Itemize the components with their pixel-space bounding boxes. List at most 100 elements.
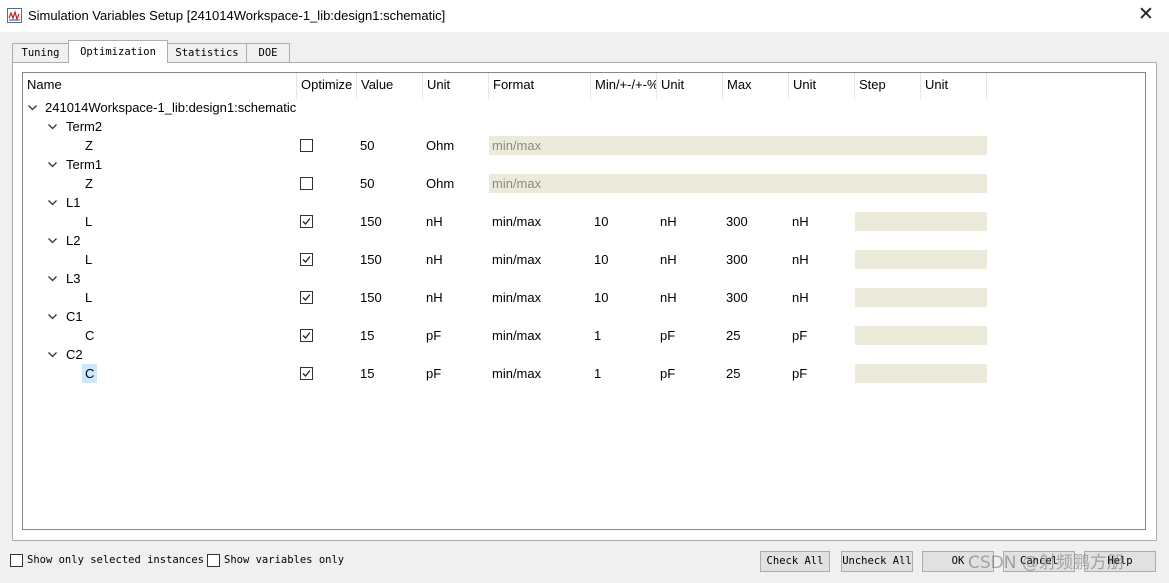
optimize-checkbox[interactable] — [300, 215, 313, 228]
column-header-optimize[interactable]: Optimize — [297, 73, 357, 99]
uncheck-all-button[interactable]: Uncheck All — [841, 551, 913, 572]
min-unit-cell[interactable]: pF — [660, 364, 675, 383]
variable-row[interactable]: L 150 nH min/max 10 nH 300 nH — [23, 250, 1145, 269]
optimize-checkbox[interactable] — [300, 139, 313, 152]
max-cell[interactable]: 25 — [726, 326, 740, 345]
column-header-min-unit[interactable]: Unit — [657, 73, 723, 99]
tree-group-row[interactable]: L3 — [23, 269, 1145, 288]
variable-name[interactable]: Z — [85, 136, 93, 155]
column-header-unit[interactable]: Unit — [423, 73, 489, 99]
column-header-name[interactable]: Name — [23, 73, 297, 99]
step-field[interactable] — [855, 364, 987, 383]
variable-name[interactable]: L — [85, 288, 92, 307]
variable-name[interactable]: Z — [85, 174, 93, 193]
check-all-button[interactable]: Check All — [760, 551, 830, 572]
close-icon[interactable]: ✕ — [1123, 0, 1169, 32]
variable-row[interactable]: L 150 nH min/max 10 nH 300 nH — [23, 288, 1145, 307]
max-cell[interactable]: 300 — [726, 212, 748, 231]
value-cell[interactable]: 50 — [360, 174, 374, 193]
variable-row[interactable]: Z 50 Ohm min/max — [23, 136, 1145, 155]
max-cell[interactable]: 25 — [726, 364, 740, 383]
variable-name[interactable]: C — [85, 326, 94, 345]
chevron-down-icon[interactable] — [47, 311, 58, 322]
tree-group-row[interactable]: C1 — [23, 307, 1145, 326]
tab-doe[interactable]: DOE — [246, 43, 290, 63]
column-header-max-unit[interactable]: Unit — [789, 73, 855, 99]
format-cell[interactable]: min/max — [492, 364, 541, 383]
max-unit-cell[interactable]: nH — [792, 250, 809, 269]
max-cell[interactable]: 300 — [726, 250, 748, 269]
unit-cell[interactable]: nH — [426, 250, 443, 269]
format-cell[interactable]: min/max — [492, 212, 541, 231]
min-cell[interactable]: 10 — [594, 212, 608, 231]
unit-cell[interactable]: Ohm — [426, 174, 454, 193]
step-field[interactable] — [855, 212, 987, 231]
format-cell[interactable]: min/max — [492, 250, 541, 269]
optimize-checkbox[interactable] — [300, 177, 313, 190]
unit-cell[interactable]: nH — [426, 212, 443, 231]
chevron-down-icon[interactable] — [47, 349, 58, 360]
value-cell[interactable]: 50 — [360, 136, 374, 155]
column-header-max[interactable]: Max — [723, 73, 789, 99]
column-header-min[interactable]: Min/+-/+-% — [591, 73, 657, 99]
disabled-range-field[interactable] — [489, 174, 987, 193]
variable-row[interactable]: L 150 nH min/max 10 nH 300 nH — [23, 212, 1145, 231]
column-header-value[interactable]: Value — [357, 73, 423, 99]
max-unit-cell[interactable]: pF — [792, 326, 807, 345]
min-cell[interactable]: 10 — [594, 250, 608, 269]
disabled-range-field[interactable] — [489, 136, 987, 155]
value-cell[interactable]: 150 — [360, 288, 382, 307]
tab-tuning[interactable]: Tuning — [12, 43, 69, 63]
optimize-checkbox[interactable] — [300, 253, 313, 266]
unit-cell[interactable]: nH — [426, 288, 443, 307]
min-unit-cell[interactable]: nH — [660, 250, 677, 269]
variable-name[interactable]: C — [82, 364, 98, 383]
value-cell[interactable]: 150 — [360, 212, 382, 231]
max-unit-cell[interactable]: nH — [792, 288, 809, 307]
min-cell[interactable]: 1 — [594, 364, 601, 383]
unit-cell[interactable]: Ohm — [426, 136, 454, 155]
step-field[interactable] — [855, 288, 987, 307]
format-cell[interactable]: min/max — [492, 136, 541, 155]
max-unit-cell[interactable]: pF — [792, 364, 807, 383]
variable-row[interactable]: C 15 pF min/max 1 pF 25 pF — [23, 326, 1145, 345]
chevron-down-icon[interactable] — [27, 102, 38, 113]
optimize-checkbox[interactable] — [300, 367, 313, 380]
variable-name[interactable]: L — [85, 250, 92, 269]
min-unit-cell[interactable]: nH — [660, 288, 677, 307]
step-field[interactable] — [855, 326, 987, 345]
tree-group-row[interactable]: Term2 — [23, 117, 1145, 136]
format-cell[interactable]: min/max — [492, 326, 541, 345]
min-cell[interactable]: 1 — [594, 326, 601, 345]
max-cell[interactable]: 300 — [726, 288, 748, 307]
step-field[interactable] — [855, 250, 987, 269]
unit-cell[interactable]: pF — [426, 326, 441, 345]
variables-grid[interactable]: Name Optimize Value Unit Format Min/+-/+… — [22, 72, 1146, 530]
variable-name[interactable]: L — [85, 212, 92, 231]
tree-group-row[interactable]: L1 — [23, 193, 1145, 212]
value-cell[interactable]: 150 — [360, 250, 382, 269]
chevron-down-icon[interactable] — [47, 235, 58, 246]
tab-statistics[interactable]: Statistics — [167, 43, 247, 63]
show-variables-only-checkbox[interactable] — [207, 554, 220, 567]
min-unit-cell[interactable]: nH — [660, 212, 677, 231]
chevron-down-icon[interactable] — [47, 121, 58, 132]
value-cell[interactable]: 15 — [360, 364, 374, 383]
tree-group-row[interactable]: L2 — [23, 231, 1145, 250]
chevron-down-icon[interactable] — [47, 273, 58, 284]
column-header-step[interactable]: Step — [855, 73, 921, 99]
tab-optimization[interactable]: Optimization — [68, 40, 168, 63]
min-unit-cell[interactable]: pF — [660, 326, 675, 345]
column-header-format[interactable]: Format — [489, 73, 591, 99]
variable-row[interactable]: C 15 pF min/max 1 pF 25 pF — [23, 364, 1145, 383]
optimize-checkbox[interactable] — [300, 329, 313, 342]
max-unit-cell[interactable]: nH — [792, 212, 809, 231]
chevron-down-icon[interactable] — [47, 159, 58, 170]
unit-cell[interactable]: pF — [426, 364, 441, 383]
column-header-step-unit[interactable]: Unit — [921, 73, 987, 99]
show-selected-instances-checkbox[interactable] — [10, 554, 23, 567]
variable-row[interactable]: Z 50 Ohm min/max — [23, 174, 1145, 193]
tree-group-row[interactable]: Term1 — [23, 155, 1145, 174]
chevron-down-icon[interactable] — [47, 197, 58, 208]
format-cell[interactable]: min/max — [492, 288, 541, 307]
